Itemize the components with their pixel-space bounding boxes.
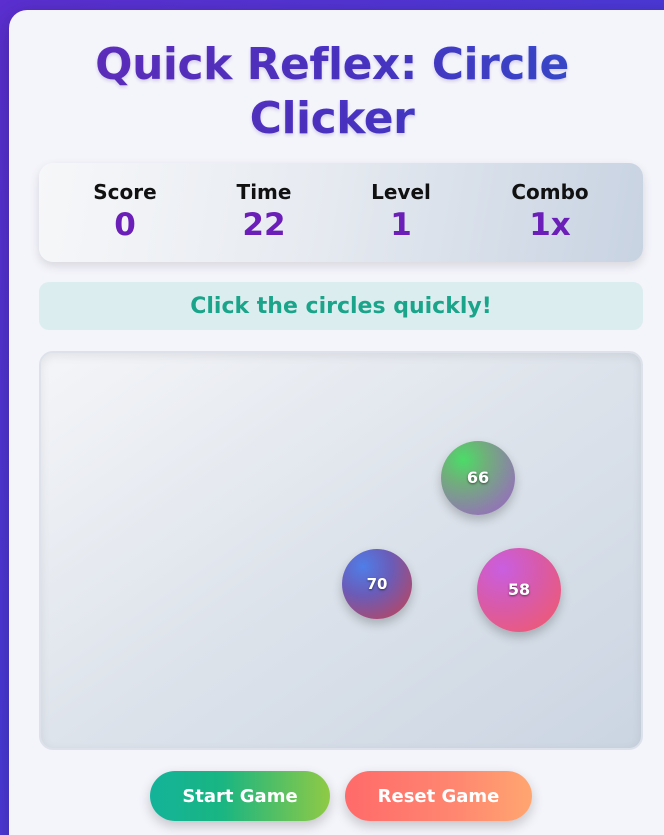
score-value: 0 [114, 207, 136, 243]
title-line-2: Clicker [249, 93, 415, 144]
level-label: Level [371, 180, 431, 204]
title-line-1: Quick Reflex: Circle [95, 39, 569, 90]
reset-game-button[interactable]: Reset Game [345, 771, 532, 821]
combo-label: Combo [511, 180, 589, 204]
score-stat: Score 0 [55, 179, 195, 243]
combo-stat: Combo 1x [480, 179, 620, 243]
target-circle[interactable]: 58 [477, 548, 561, 632]
score-label: Score [93, 180, 157, 204]
status-message: Click the circles quickly! [39, 282, 643, 330]
level-stat: Level 1 [331, 179, 471, 243]
target-circle[interactable]: 66 [441, 441, 515, 515]
combo-value: 1x [529, 207, 571, 243]
time-stat: Time 22 [194, 179, 334, 243]
game-area[interactable]: 66 70 58 [39, 351, 643, 750]
level-value: 1 [390, 207, 412, 243]
page-title: Quick Reflex: Circle Clicker [0, 38, 664, 146]
stats-panel: Score 0 Time 22 Level 1 Combo 1x [39, 163, 643, 262]
time-label: Time [236, 180, 292, 204]
target-circle[interactable]: 70 [342, 549, 412, 619]
start-game-button[interactable]: Start Game [150, 771, 330, 821]
time-value: 22 [242, 207, 286, 243]
